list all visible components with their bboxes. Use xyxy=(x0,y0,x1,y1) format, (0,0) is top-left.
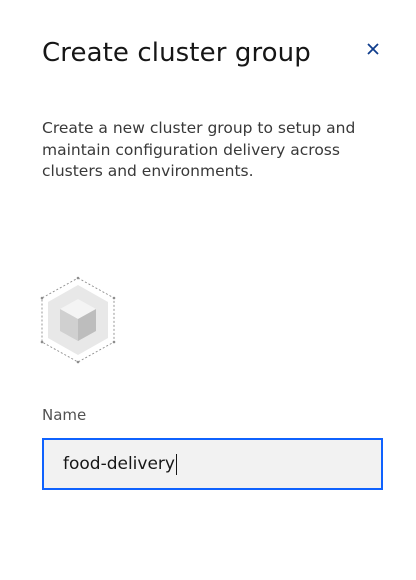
dialog-description: Create a new cluster group to setup and … xyxy=(42,118,372,183)
dialog-title: Create cluster group xyxy=(42,38,311,68)
description-line: maintain configuration delivery across xyxy=(42,140,340,159)
name-input[interactable]: food-delivery xyxy=(63,440,363,488)
close-icon xyxy=(367,43,379,55)
name-field-label: Name xyxy=(42,406,87,424)
close-button[interactable] xyxy=(362,38,384,60)
name-input-container[interactable]: food-delivery xyxy=(42,438,383,490)
cluster-cube-icon xyxy=(40,276,116,364)
name-input-value: food-delivery xyxy=(63,454,175,474)
description-line: Create a new cluster group to setup and xyxy=(42,119,356,137)
text-cursor xyxy=(175,453,177,475)
create-cluster-group-panel: Create cluster group Create a new cluste… xyxy=(0,0,416,580)
description-line: clusters and environments. xyxy=(42,162,254,180)
